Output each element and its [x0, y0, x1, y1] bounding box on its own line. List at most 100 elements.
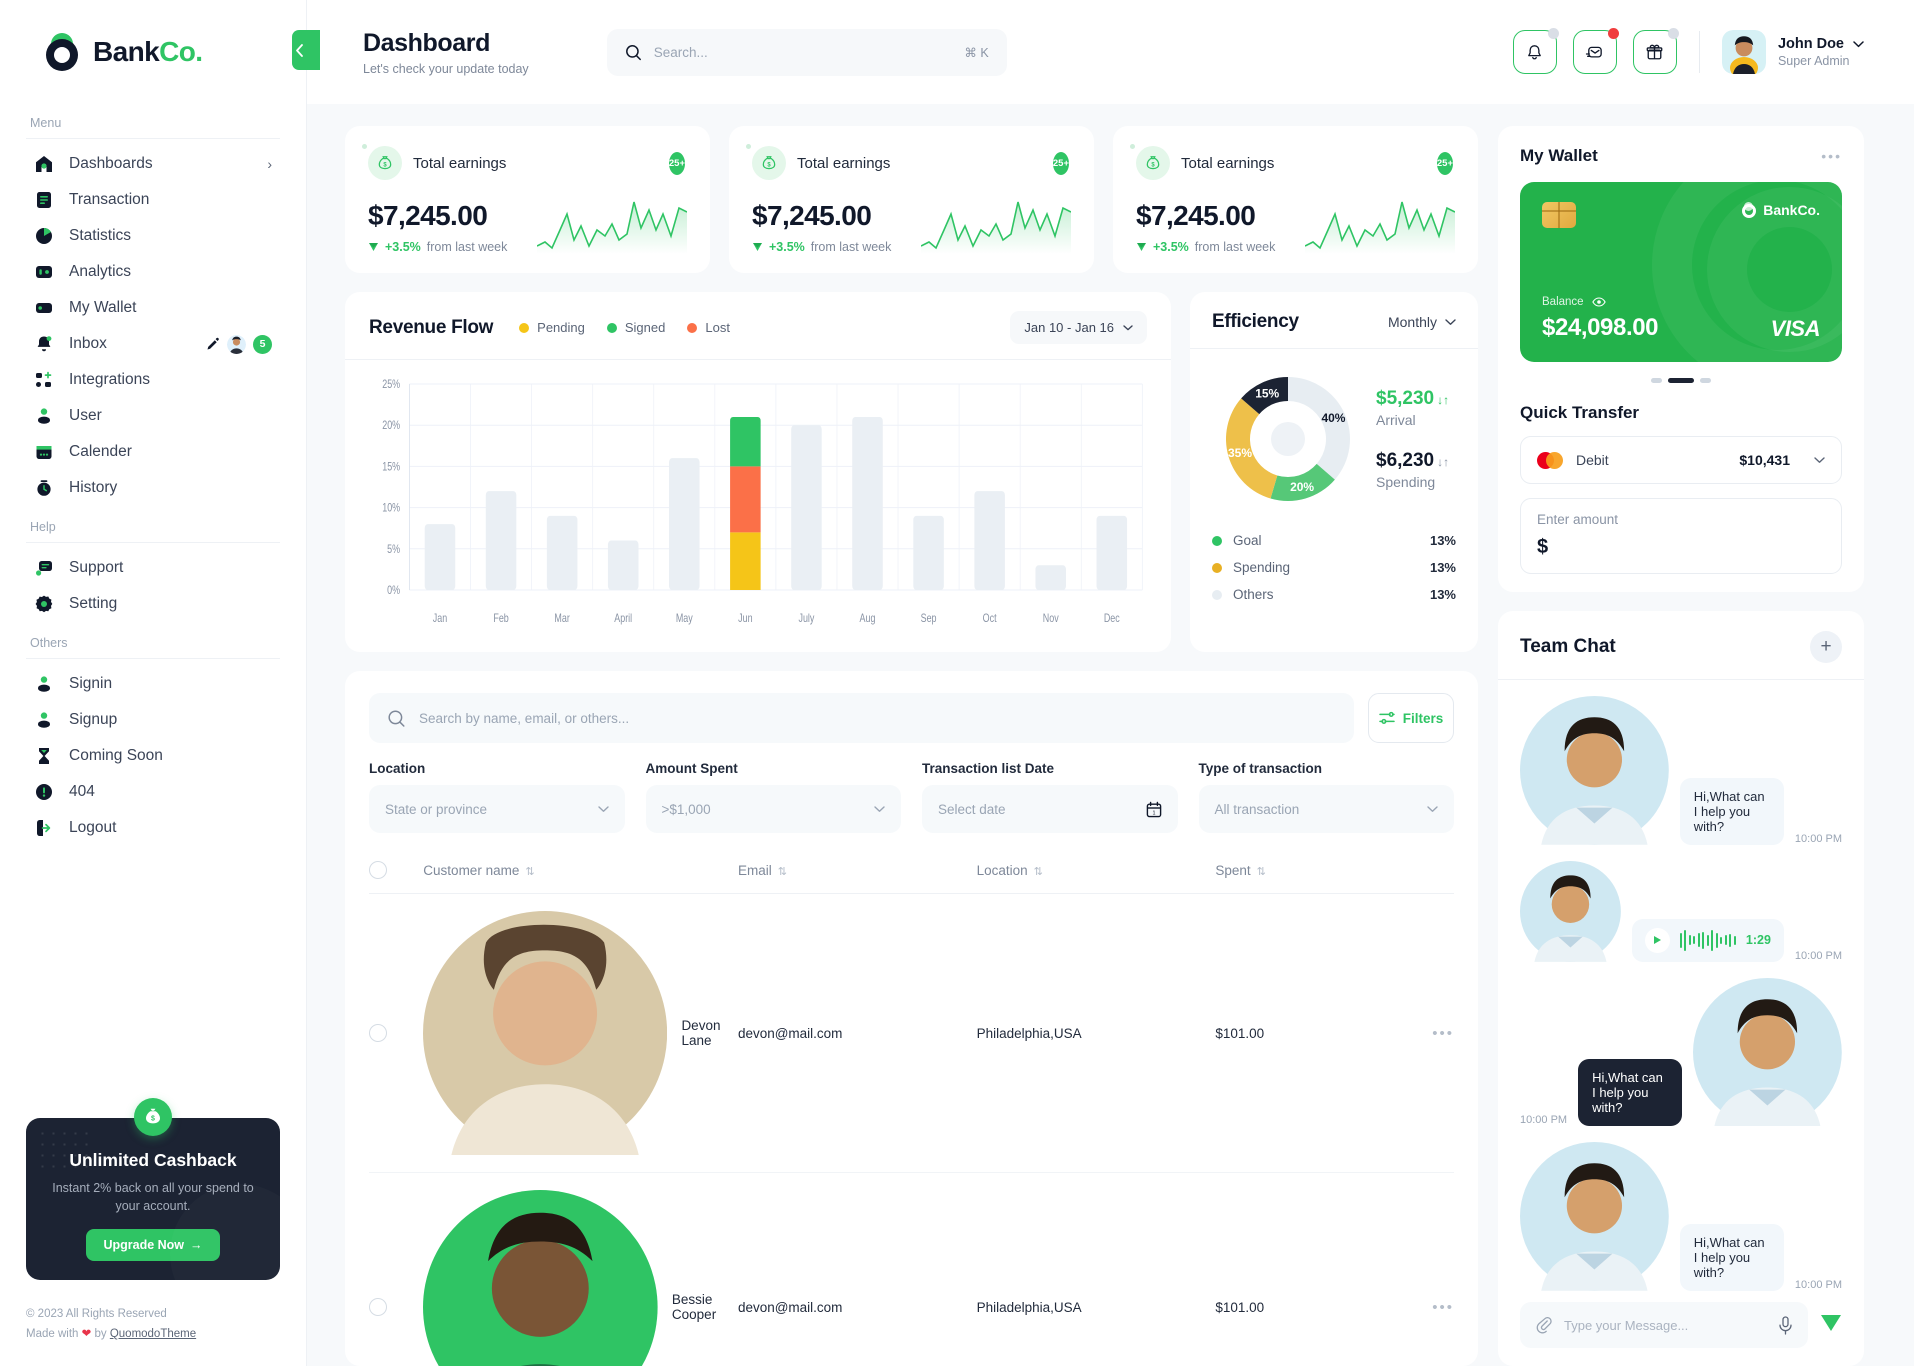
user-menu[interactable]: John Doe Super Admin — [1721, 30, 1864, 74]
wallet-menu-button[interactable]: ••• — [1821, 148, 1842, 164]
sidebar-collapse-button[interactable] — [292, 30, 320, 70]
updown-arrows-icon: ↓↑ — [1437, 393, 1450, 407]
global-search[interactable]: ⌘ K — [606, 28, 1007, 76]
sidebar-item-transaction[interactable]: Transaction — [26, 182, 280, 218]
sort-icon: ⇅ — [525, 865, 535, 878]
sidebar-item-user[interactable]: User — [26, 398, 280, 434]
select-all-radio[interactable] — [369, 861, 387, 879]
sidebar-item-statistics[interactable]: Statistics — [26, 218, 280, 254]
transaction-date-picker[interactable]: Select date 1 — [922, 785, 1178, 833]
sidebar-item-support[interactable]: Support — [26, 550, 280, 586]
sidebar-item-label: Signup — [69, 711, 118, 728]
sidebar-item-signin[interactable]: Signin — [26, 666, 280, 702]
efficiency-period-selector[interactable]: Monthly — [1388, 314, 1456, 330]
sidebar-item-signup[interactable]: Signup — [26, 702, 280, 738]
voice-message[interactable]: 1:29 — [1631, 918, 1784, 962]
row-menu-button[interactable]: ••• — [1432, 1025, 1454, 1042]
header-spent[interactable]: Spent ⇅ — [1215, 851, 1389, 894]
filters-button[interactable]: Filters — [1368, 693, 1454, 743]
sidebar-item-dashboards[interactable]: Dashboards › — [26, 146, 280, 182]
legend-item-lost: Lost — [687, 320, 730, 335]
bell-icon — [37, 336, 52, 352]
cell-spent: $101.00 — [1215, 1172, 1389, 1366]
stat-delta: +3.5% from last week — [1136, 240, 1275, 254]
user-icon — [38, 676, 50, 692]
upgrade-now-button[interactable]: Upgrade Now → — [86, 1228, 220, 1261]
chat-message-in: Hi,What can I help you with? 10:00 PM — [1520, 696, 1842, 845]
svg-text:Dec: Dec — [1104, 613, 1120, 625]
sidebar-item-analytics[interactable]: Analytics — [26, 254, 280, 290]
send-button[interactable] — [1820, 1313, 1842, 1338]
add-participant-button[interactable]: + — [1810, 631, 1842, 663]
carousel-dot[interactable] — [1700, 378, 1711, 383]
sidebar-item-my-wallet[interactable]: My Wallet — [26, 290, 280, 326]
row-radio[interactable] — [369, 1024, 387, 1043]
right-column: My Wallet ••• BankCo. Balance $24,098.00… — [1498, 126, 1864, 1366]
avatar — [1721, 30, 1766, 74]
sidebar-item-history[interactable]: History — [26, 470, 280, 506]
theme-link[interactable]: QuomodoTheme — [110, 1328, 196, 1340]
search-icon — [625, 44, 641, 60]
sidebar-item-logout[interactable]: Logout — [26, 810, 280, 846]
sort-icon: ⇅ — [1033, 865, 1043, 878]
carousel-dot[interactable] — [1651, 378, 1662, 383]
transaction-type-select[interactable]: All transaction — [1198, 785, 1454, 833]
legend-dot — [687, 322, 698, 333]
eye-icon[interactable] — [1591, 297, 1606, 307]
sidebar-item-setting[interactable]: Setting — [26, 586, 280, 622]
row-radio[interactable] — [369, 1298, 387, 1317]
table-row[interactable]: Bessie Cooper devon@mail.com Philadelphi… — [369, 1172, 1454, 1366]
table-search[interactable] — [369, 693, 1354, 743]
table-filters: Location State or province Amount Spent … — [345, 743, 1478, 833]
sidebar-nav: Menu Dashboards › Transaction Statistics… — [0, 104, 306, 1106]
attachment-icon[interactable] — [1535, 1316, 1552, 1334]
pencil-icon[interactable] — [205, 337, 220, 352]
inbox-badge: 5 — [253, 334, 272, 354]
messages-button[interactable] — [1572, 28, 1619, 74]
amount-spent-select[interactable]: >$1,000 — [645, 785, 901, 833]
sidebar-item-calender[interactable]: Calender — [26, 434, 280, 470]
wallet-carousel-dots[interactable] — [1520, 378, 1842, 383]
card-network: VISA — [1770, 316, 1821, 341]
brand-logo[interactable]: BankCo. — [0, 0, 306, 104]
balance-label: Balance — [1542, 296, 1584, 308]
header-location[interactable]: Location ⇅ — [976, 851, 1216, 894]
efficiency-legend-goal: Goal 13% — [1212, 527, 1456, 554]
carousel-dot-active[interactable] — [1668, 378, 1694, 383]
credit-card[interactable]: BankCo. Balance $24,098.00 VISA — [1520, 182, 1842, 362]
header-email[interactable]: Email ⇅ — [737, 851, 977, 894]
search-input[interactable] — [653, 44, 953, 60]
legend-value: 13% — [1429, 587, 1456, 602]
table-header-row: Customer name ⇅ Email ⇅ Location ⇅ Spent ⇅ — [369, 851, 1454, 894]
notifications-button[interactable] — [1512, 28, 1559, 74]
table-row[interactable]: Devon Lane devon@mail.com Philadelphia,U… — [369, 893, 1454, 1174]
message-time: 10:00 PM — [1520, 1114, 1568, 1127]
chat-input-wrapper[interactable] — [1520, 1302, 1808, 1348]
row-menu-button[interactable]: ••• — [1432, 1299, 1454, 1316]
gifts-button[interactable] — [1632, 28, 1679, 74]
date-range-selector[interactable]: Jan 10 - Jan 16 — [1010, 311, 1147, 344]
header-customer-name[interactable]: Customer name ⇅ — [423, 851, 738, 894]
legend-label: Spending — [1233, 560, 1291, 575]
table-search-input[interactable] — [419, 710, 1336, 726]
cell-email: devon@mail.com — [737, 1172, 977, 1366]
transfer-amount-field[interactable]: Enter amount $ — [1520, 498, 1842, 574]
svg-text:May: May — [676, 613, 694, 625]
gift-icon — [1647, 44, 1663, 59]
sidebar-item-label: Transaction — [69, 191, 150, 208]
stat-values: $7,245.00 +3.5% from last week — [368, 200, 507, 254]
efficiency-header: Efficiency Monthly — [1190, 292, 1478, 349]
sidebar-item-404[interactable]: 404 — [26, 774, 280, 810]
chat-message-input[interactable] — [1564, 1317, 1766, 1333]
sidebar-item-coming-soon[interactable]: Coming Soon — [26, 738, 280, 774]
microphone-icon[interactable] — [1778, 1315, 1793, 1335]
stat-card-total-earnings-2: $ Total earnings 25+ $7,245.00 +3.5% fro… — [729, 126, 1094, 273]
legend-dot — [519, 322, 530, 333]
filter-amount-spent: Amount Spent >$1,000 — [645, 761, 901, 833]
play-icon[interactable] — [1644, 927, 1670, 953]
sidebar-item-inbox[interactable]: Inbox 5 — [26, 326, 280, 362]
transfer-method-select[interactable]: Debit $10,431 — [1520, 436, 1842, 484]
sidebar-item-integrations[interactable]: Integrations — [26, 362, 280, 398]
location-select[interactable]: State or province — [369, 785, 625, 833]
svg-text:Mar: Mar — [554, 613, 570, 625]
